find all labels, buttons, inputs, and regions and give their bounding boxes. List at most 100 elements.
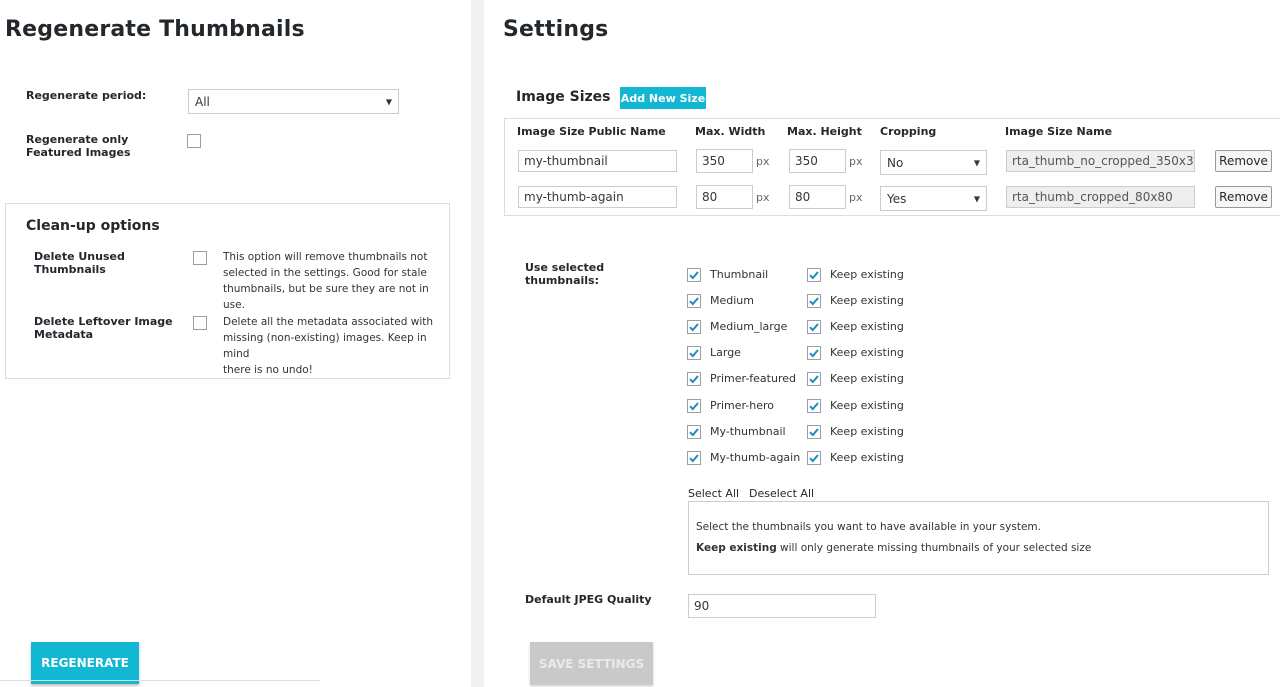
checkmark-icon bbox=[809, 297, 819, 306]
delete-leftover-checkbox[interactable] bbox=[193, 316, 207, 330]
keep-existing-checkbox[interactable] bbox=[807, 372, 821, 387]
thumbnail-checkbox[interactable] bbox=[687, 294, 701, 309]
delete-leftover-label-line2: Metadata bbox=[34, 328, 94, 341]
info-line-2: Keep existing will only generate missing… bbox=[696, 542, 1091, 554]
header-max-width: Max. Width bbox=[695, 125, 766, 138]
settings-panel: Settings Image Sizes Add New Size Image … bbox=[484, 0, 1280, 687]
delete-unused-desc-line2: selected in the settings. Good for stale bbox=[223, 267, 427, 279]
header-max-height: Max. Height bbox=[787, 125, 862, 138]
image-size-name-field: rta_thumb_cropped_80x80 bbox=[1006, 186, 1195, 208]
header-size-name: Image Size Name bbox=[1005, 125, 1113, 138]
cleanup-title: Clean-up options bbox=[26, 218, 160, 234]
keep-existing-label: Keep existing bbox=[830, 346, 904, 360]
px-unit: px bbox=[756, 191, 770, 204]
featured-only-checkbox[interactable] bbox=[187, 134, 201, 148]
delete-unused-desc-line3: thumbnails, but be sure they are not in … bbox=[223, 283, 429, 311]
checkmark-icon bbox=[809, 375, 819, 384]
thumbnail-label: Medium bbox=[710, 294, 754, 308]
checkmark-icon bbox=[809, 401, 819, 410]
regenerate-period-value: All bbox=[195, 94, 210, 109]
regenerate-period-label: Regenerate period: bbox=[26, 89, 147, 102]
delete-leftover-label-line1: Delete Leftover Image bbox=[34, 315, 173, 328]
thumbnail-label: My-thumbnail bbox=[710, 424, 786, 438]
thumbnail-label: Large bbox=[710, 346, 741, 360]
header-cropping: Cropping bbox=[880, 125, 937, 138]
keep-existing-label: Keep existing bbox=[830, 294, 904, 308]
delete-unused-checkbox[interactable] bbox=[193, 251, 207, 265]
thumbnail-checkbox[interactable] bbox=[687, 450, 701, 465]
delete-leftover-label: Delete Leftover Image Metadata bbox=[34, 315, 173, 341]
keep-existing-checkbox[interactable] bbox=[807, 320, 821, 335]
checkmark-icon bbox=[689, 375, 699, 384]
thumbnail-checkbox[interactable] bbox=[687, 372, 701, 387]
use-selected-label-line2: thumbnails: bbox=[525, 274, 599, 287]
checkmark-icon bbox=[689, 323, 699, 332]
keep-existing-checkbox[interactable] bbox=[807, 450, 821, 465]
thumbnail-label: My-thumb-again bbox=[710, 450, 801, 464]
checkmark-icon bbox=[809, 349, 819, 358]
thumbnail-checkbox[interactable] bbox=[687, 268, 701, 282]
jpeg-quality-label: Default JPEG Quality bbox=[525, 593, 652, 606]
thumbnail-label: Thumbnail bbox=[710, 268, 769, 281]
info-rest: will only generate missing thumbnails of… bbox=[776, 542, 1092, 554]
deselect-all-link[interactable]: Deselect All bbox=[749, 487, 814, 500]
info-line-1: Select the thumbnails you want to have a… bbox=[696, 521, 1041, 533]
info-bold: Keep existing bbox=[696, 542, 777, 554]
max-width-input[interactable]: 350 bbox=[696, 149, 753, 173]
delete-unused-label: Delete Unused Thumbnails bbox=[34, 250, 125, 276]
keep-existing-label: Keep existing bbox=[830, 372, 904, 386]
remove-size-button[interactable]: Remove bbox=[1215, 150, 1272, 172]
max-height-input[interactable]: 350 bbox=[789, 149, 846, 173]
thumbnail-checkbox[interactable] bbox=[687, 398, 701, 413]
size-public-name-input[interactable]: my-thumb-again bbox=[518, 186, 677, 208]
delete-leftover-desc-line3: there is no undo! bbox=[223, 364, 313, 376]
keep-existing-label: Keep existing bbox=[830, 320, 904, 334]
delete-unused-description: This option will remove thumbnails not s… bbox=[223, 249, 449, 313]
remove-size-button[interactable]: Remove bbox=[1215, 186, 1272, 208]
checkmark-icon bbox=[809, 427, 819, 437]
chevron-down-icon: ▼ bbox=[973, 194, 980, 203]
cropping-select[interactable]: No ▼ bbox=[880, 150, 987, 175]
px-unit: px bbox=[849, 191, 863, 204]
regenerate-period-select[interactable]: All ▼ bbox=[188, 89, 399, 114]
size-public-name-input[interactable]: my-thumbnail bbox=[518, 150, 677, 172]
delete-unused-desc-line1: This option will remove thumbnails not bbox=[223, 251, 428, 263]
keep-existing-checkbox[interactable] bbox=[807, 294, 821, 309]
keep-existing-checkbox[interactable] bbox=[807, 424, 821, 439]
regenerate-button[interactable]: REGENERATE bbox=[31, 642, 139, 684]
cleanup-options-box: Clean-up options Delete Unused Thumbnail… bbox=[5, 203, 450, 379]
chevron-down-icon: ▼ bbox=[973, 158, 980, 167]
keep-existing-checkbox[interactable] bbox=[807, 268, 821, 282]
checkmark-icon bbox=[689, 271, 699, 280]
save-settings-button[interactable]: SAVE SETTINGS bbox=[530, 642, 653, 685]
delete-leftover-description: Delete all the metadata associated with … bbox=[223, 314, 449, 378]
thumbnail-info-box: Select the thumbnails you want to have a… bbox=[688, 501, 1269, 575]
thumbnail-label: Medium_large bbox=[710, 320, 788, 334]
checkmark-icon bbox=[689, 297, 699, 306]
use-selected-label: Use selected thumbnails: bbox=[525, 261, 604, 287]
thumbnail-checkbox[interactable] bbox=[687, 320, 701, 335]
thumbnail-checkbox[interactable] bbox=[687, 346, 701, 361]
px-unit: px bbox=[756, 155, 770, 168]
regenerate-title: Regenerate Thumbnails bbox=[5, 17, 305, 42]
max-width-input[interactable]: 80 bbox=[696, 185, 753, 209]
delete-leftover-desc-line2: missing (non-existing) images. Keep in m… bbox=[223, 332, 427, 360]
select-all-link[interactable]: Select All bbox=[688, 487, 739, 500]
delete-unused-label-line1: Delete Unused bbox=[34, 250, 125, 263]
featured-only-label-line2: Featured Images bbox=[26, 146, 131, 159]
cropping-select[interactable]: Yes ▼ bbox=[880, 186, 987, 211]
checkmark-icon bbox=[689, 454, 699, 463]
use-selected-label-line1: Use selected bbox=[525, 261, 605, 274]
cropping-value: No bbox=[887, 155, 904, 170]
jpeg-quality-input[interactable]: 90 bbox=[688, 594, 876, 618]
keep-existing-checkbox[interactable] bbox=[807, 346, 821, 361]
checkmark-icon bbox=[689, 401, 699, 410]
thumbnail-checkbox[interactable] bbox=[687, 424, 701, 439]
add-new-size-button[interactable]: Add New Size bbox=[620, 87, 706, 109]
max-height-input[interactable]: 80 bbox=[789, 185, 846, 209]
checkmark-icon bbox=[689, 349, 699, 358]
regenerate-panel: Regenerate Thumbnails Regenerate period:… bbox=[0, 0, 471, 687]
cropping-value: Yes bbox=[887, 191, 907, 206]
thumbnail-label: Primer-featured bbox=[710, 372, 796, 386]
keep-existing-checkbox[interactable] bbox=[807, 398, 821, 413]
